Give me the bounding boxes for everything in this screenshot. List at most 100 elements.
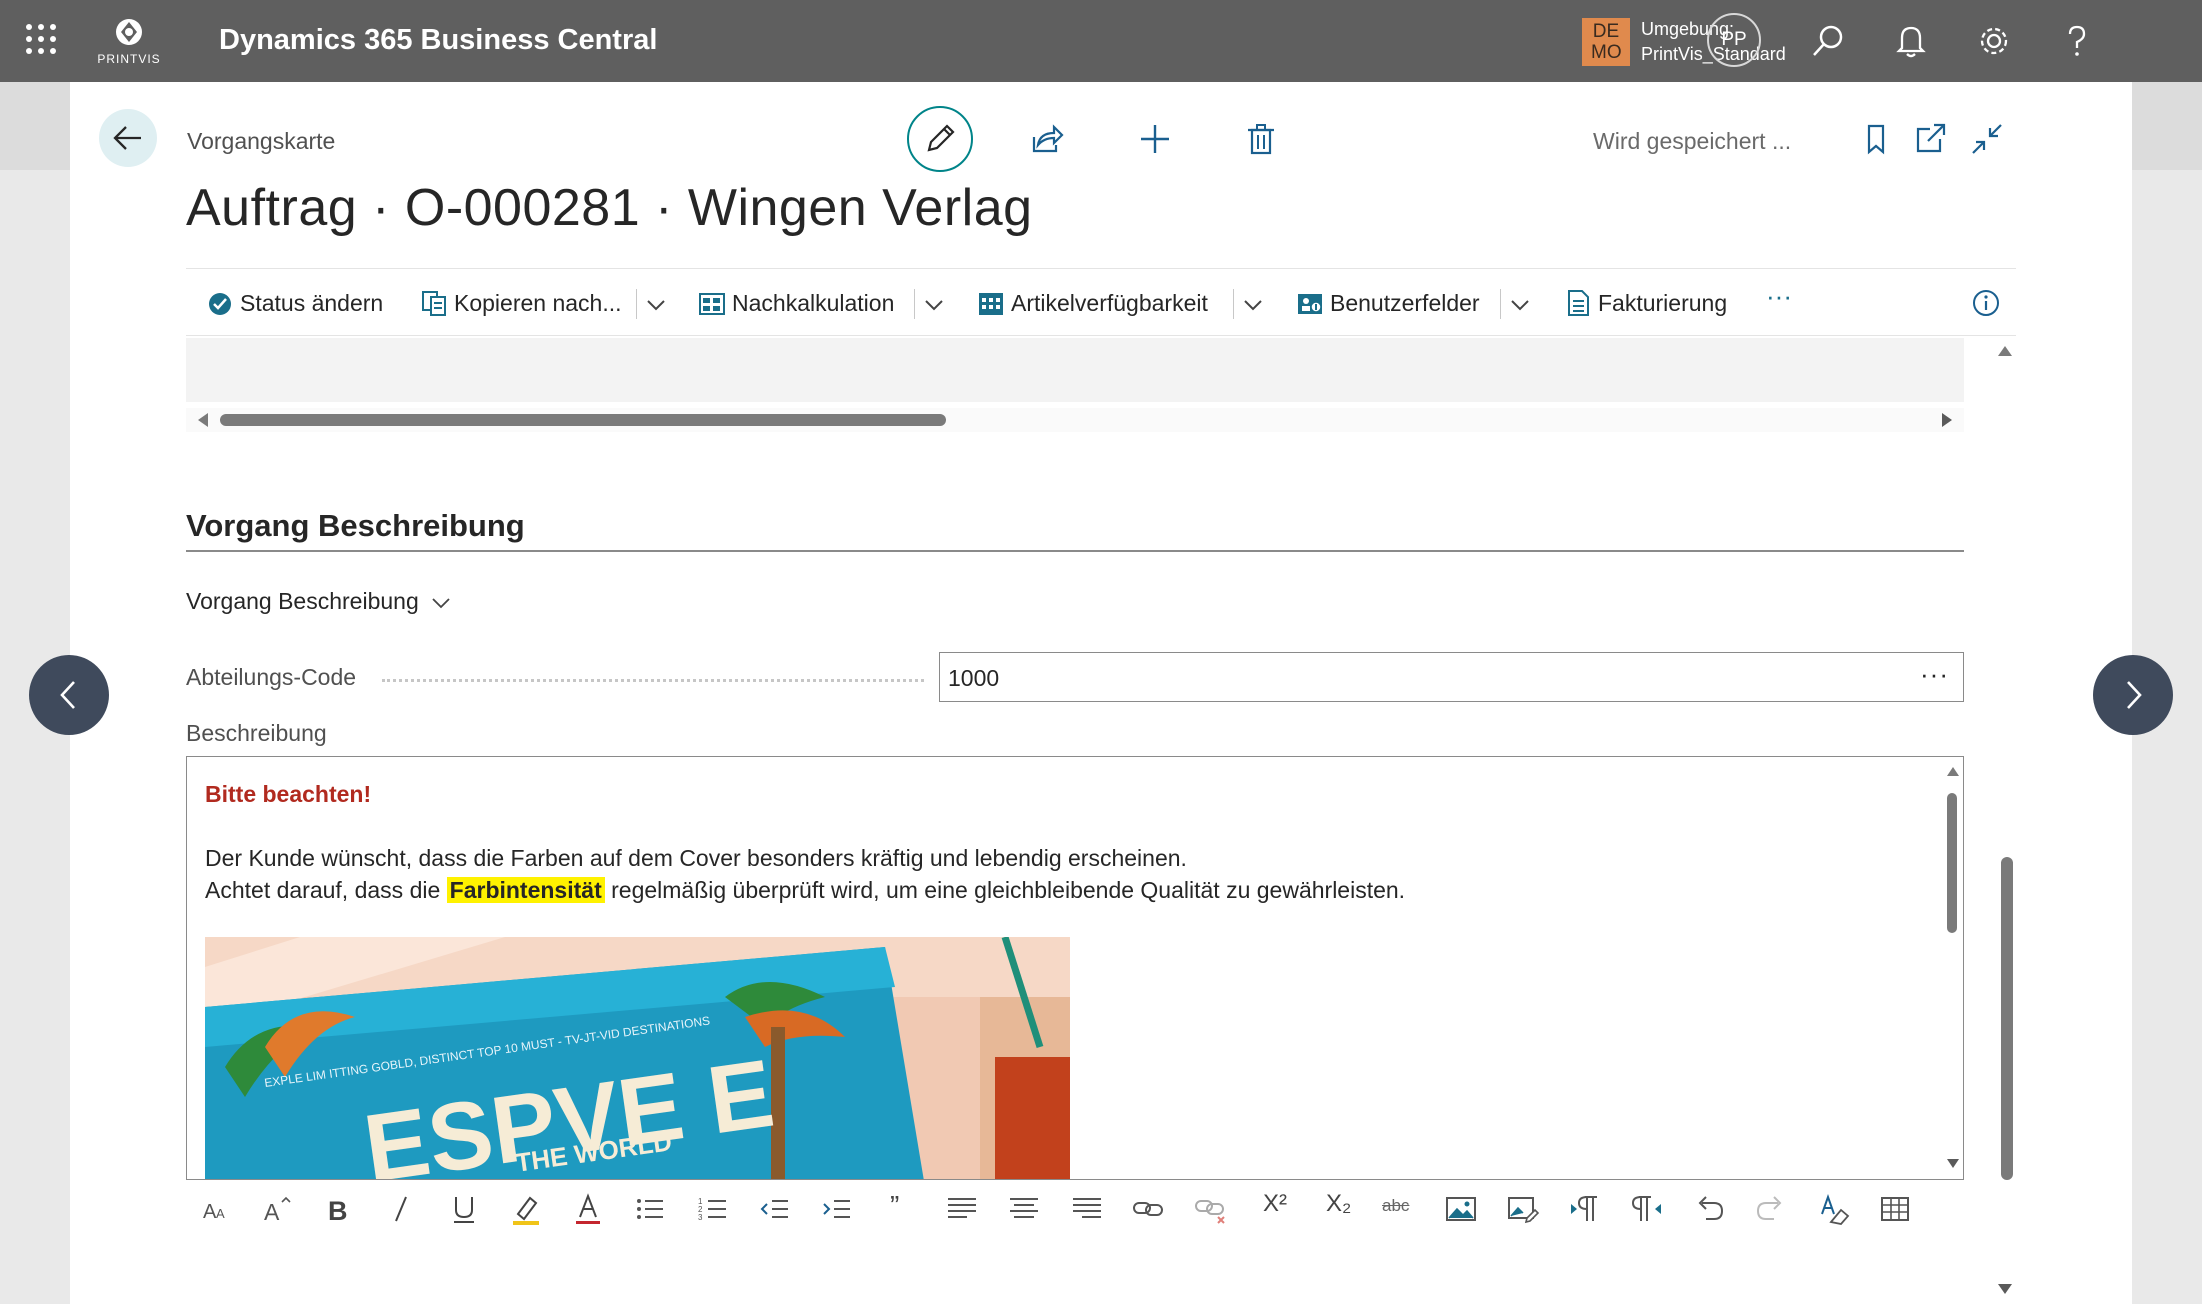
chevron-down-icon[interactable] <box>430 592 452 614</box>
description-editor[interactable]: Bitte beachten! Der Kunde wünscht, dass … <box>186 756 1964 1180</box>
horizontal-scroll-thumb[interactable] <box>220 414 946 426</box>
chevron-right-icon <box>2127 681 2142 709</box>
saving-status: Wird gespeichert ... <box>1593 128 1792 154</box>
align-center-icon[interactable] <box>1007 1192 1041 1226</box>
svg-text:A: A <box>203 1201 217 1223</box>
highlight-icon[interactable] <box>509 1192 543 1226</box>
image-edit-icon[interactable] <box>1506 1192 1540 1226</box>
open-new-window-icon[interactable] <box>1910 119 1950 159</box>
help-icon[interactable] <box>2056 20 2098 62</box>
action-bar: Status ändern Kopieren nach... Nachkalku… <box>186 268 2016 336</box>
breadcrumb: Vorgangskarte <box>187 128 336 154</box>
bullets-icon[interactable] <box>633 1192 667 1226</box>
chevron-down-icon[interactable] <box>1508 293 1532 317</box>
action-divider <box>1500 289 1501 319</box>
environment-badge[interactable]: DE MO <box>1582 18 1630 66</box>
indent-icon[interactable] <box>820 1192 854 1226</box>
action-label: Kopieren nach... <box>454 290 622 316</box>
search-icon[interactable] <box>1807 20 1849 62</box>
app-title[interactable]: Dynamics 365 Business Central <box>219 24 657 57</box>
unlink-icon[interactable] <box>1194 1192 1228 1226</box>
previous-record-button[interactable] <box>29 655 109 735</box>
pencil-icon <box>927 124 955 152</box>
delete-icon[interactable] <box>1241 119 1281 159</box>
action-label: Fakturierung <box>1598 290 1728 316</box>
info-icon[interactable] <box>1971 288 2001 318</box>
action-divider <box>636 289 637 319</box>
font-grow-icon[interactable]: A <box>261 1192 295 1226</box>
lookup-button[interactable]: ··· <box>1920 659 1949 690</box>
page-scroll-up-arrow[interactable] <box>1998 346 2012 356</box>
bookmark-icon[interactable] <box>1856 119 1896 159</box>
numbering-icon[interactable]: 123 <box>696 1192 730 1226</box>
page-scroll-thumb[interactable] <box>2001 857 2013 1180</box>
chevron-down-icon[interactable] <box>644 293 668 317</box>
strikethrough-icon[interactable]: abc <box>1382 1196 1409 1216</box>
lines-grid <box>186 338 1964 402</box>
add-icon[interactable] <box>1135 119 1175 159</box>
action-label: Benutzerfelder <box>1330 290 1480 316</box>
rtl-icon[interactable] <box>1630 1192 1664 1226</box>
editor-scroll-up-arrow[interactable] <box>1947 767 1959 776</box>
edit-button[interactable] <box>907 106 973 172</box>
align-right-icon[interactable] <box>1070 1192 1104 1226</box>
scroll-left-arrow[interactable] <box>198 413 208 427</box>
gear-icon[interactable] <box>1973 20 2015 62</box>
section-title: Vorgang Beschreibung <box>186 508 525 543</box>
align-left-icon[interactable] <box>945 1192 979 1226</box>
printvis-logo: PRINTVIS <box>94 16 164 66</box>
logo-text: PRINTVIS <box>97 52 161 66</box>
chevron-down-icon[interactable] <box>922 293 946 317</box>
collapse-icon[interactable] <box>1967 119 2007 159</box>
back-button[interactable] <box>99 109 157 167</box>
link-icon[interactable] <box>1131 1192 1165 1226</box>
next-record-button[interactable] <box>2093 655 2173 735</box>
redo-icon[interactable] <box>1754 1192 1788 1226</box>
action-label: Artikelverfügbarkeit <box>1011 290 1208 316</box>
clear-format-icon[interactable] <box>1817 1192 1851 1226</box>
waffle-icon[interactable] <box>26 24 56 54</box>
page-title: Auftrag · O-000281 · Wingen Verlag <box>186 179 1033 237</box>
superscript-icon[interactable]: X² <box>1263 1190 1287 1218</box>
page-scroll-down-arrow[interactable] <box>1998 1284 2012 1294</box>
department-code-field[interactable]: 1000 ··· <box>939 652 1964 702</box>
text-segment: regelmäßig überprüft wird, um eine gleic… <box>604 877 1406 903</box>
font-size-icon[interactable]: AA <box>199 1192 233 1226</box>
calculation-icon <box>699 293 725 315</box>
description-line: Achtet darauf, dass die Farbintensität r… <box>205 877 1405 904</box>
more-actions-button[interactable]: ··· <box>1766 281 1792 313</box>
quote-icon[interactable]: ” <box>890 1190 899 1222</box>
action-label: Nachkalkulation <box>732 290 895 316</box>
chevron-left-icon <box>60 681 75 709</box>
bold-icon[interactable]: B <box>322 1192 356 1226</box>
arrow-left-icon <box>113 126 141 150</box>
subscript-icon[interactable]: X₂ <box>1326 1190 1351 1218</box>
chevron-down-icon[interactable] <box>1241 293 1265 317</box>
section-divider <box>186 550 1964 552</box>
action-divider <box>1233 289 1234 319</box>
bell-icon[interactable] <box>1890 20 1932 62</box>
highlighted-text: Farbintensität <box>446 877 605 903</box>
share-icon[interactable] <box>1026 119 1066 159</box>
table-icon[interactable] <box>1878 1192 1912 1226</box>
editor-scroll-thumb[interactable] <box>1947 793 1957 933</box>
ltr-icon[interactable] <box>1568 1192 1602 1226</box>
action-label: Status ändern <box>240 290 384 316</box>
font-color-icon[interactable] <box>571 1192 605 1226</box>
description-line: Der Kunde wünscht, dass die Farben auf d… <box>205 845 1187 871</box>
group-toggle[interactable]: Vorgang Beschreibung <box>186 588 419 615</box>
department-code-value: 1000 <box>948 665 1000 691</box>
image-icon[interactable] <box>1444 1192 1478 1226</box>
svg-text:B: B <box>328 1196 348 1226</box>
svg-text:A: A <box>216 1206 225 1221</box>
editor-scroll-down-arrow[interactable] <box>1947 1159 1959 1168</box>
text-segment: Achtet darauf, dass die <box>205 877 447 903</box>
scroll-right-arrow[interactable] <box>1942 413 1952 427</box>
department-code-label: Abteilungs-Code <box>186 664 357 690</box>
undo-icon[interactable] <box>1692 1192 1726 1226</box>
outdent-icon[interactable] <box>758 1192 792 1226</box>
italic-icon[interactable] <box>384 1192 418 1226</box>
user-avatar[interactable]: PP <box>1707 13 1761 67</box>
user-fields-icon <box>1298 294 1322 314</box>
underline-icon[interactable] <box>447 1192 481 1226</box>
